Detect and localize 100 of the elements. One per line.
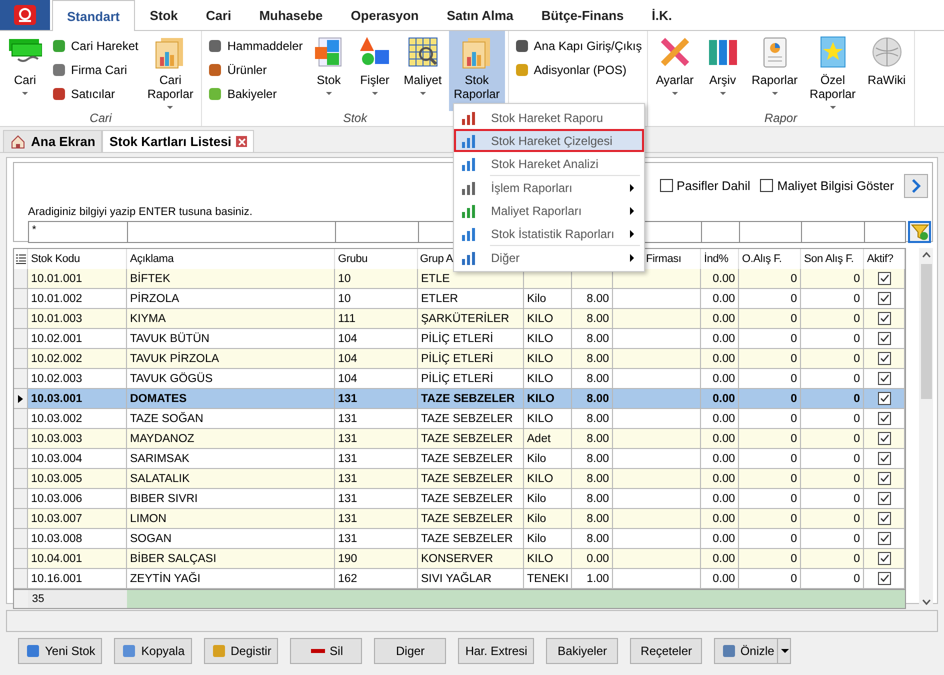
filter-field[interactable] xyxy=(127,221,336,243)
action-button[interactable]: Yeni Stok xyxy=(18,638,102,664)
table-cell: 0 xyxy=(801,349,864,369)
action-button[interactable]: Önizle xyxy=(714,638,792,664)
ribbon-button[interactable]: Satıcılar xyxy=(49,82,140,106)
table-cell: BİBER SALÇASI xyxy=(127,549,335,569)
filter-button[interactable] xyxy=(908,221,931,243)
filter-field[interactable] xyxy=(701,221,740,243)
menu-item[interactable]: Stok Hareket Çizelgesi xyxy=(454,129,644,152)
filter-field[interactable] xyxy=(801,221,865,243)
action-button[interactable]: Degistir xyxy=(204,638,278,664)
checkbox[interactable] xyxy=(878,492,890,505)
checkbox[interactable] xyxy=(878,332,890,345)
group-label: Rapor xyxy=(764,111,798,125)
ribbon-tab[interactable]: Stok xyxy=(136,0,191,30)
ribbon-button[interactable]: Firma Cari xyxy=(49,58,140,82)
checkbox[interactable] xyxy=(878,392,890,405)
funnel-icon xyxy=(910,223,928,241)
table-cell: 0 xyxy=(801,469,864,489)
filter-field[interactable] xyxy=(335,221,419,243)
checkbox[interactable]: Maliyet Bilgisi Göster xyxy=(760,178,894,193)
checkbox[interactable] xyxy=(878,352,890,365)
ribbon-button[interactable]: Fişler xyxy=(352,31,397,111)
column-header[interactable]: Açıklama xyxy=(130,253,174,265)
ribbon-button[interactable]: Bakiyeler xyxy=(205,82,305,106)
ribbon-button[interactable]: Raporlar xyxy=(746,31,803,111)
ribbon-button[interactable]: Arşiv xyxy=(700,31,745,111)
action-button[interactable]: Diger xyxy=(374,638,446,664)
action-button[interactable]: Bakiyeler xyxy=(546,638,618,664)
checkbox[interactable] xyxy=(878,452,890,465)
group-label: Cari xyxy=(90,111,112,125)
column-header[interactable]: Firması xyxy=(646,253,682,265)
close-icon[interactable] xyxy=(236,136,248,147)
table-cell: KILO xyxy=(524,469,572,489)
app-logo[interactable] xyxy=(0,0,50,30)
scroll-up-icon[interactable] xyxy=(922,252,930,258)
next-button[interactable] xyxy=(904,174,928,198)
checkbox[interactable]: Pasifler Dahil xyxy=(660,178,750,193)
action-button[interactable]: Reçeteler xyxy=(630,638,702,664)
ribbon-button[interactable]: Cari Hareket xyxy=(49,34,140,58)
column-header[interactable]: O.Alış F. xyxy=(742,253,782,265)
ribbon-button[interactable]: RaWiki xyxy=(862,31,911,111)
menu-item[interactable]: Stok İstatistik Raporları xyxy=(454,222,644,245)
ribbon-tab[interactable]: Muhasebe xyxy=(246,0,336,30)
ribbon-button[interactable]: Stok Raporlar xyxy=(448,31,505,111)
menu-item[interactable]: Diğer xyxy=(454,246,644,269)
scrollbar-thumb[interactable] xyxy=(920,264,932,399)
ribbon-tab[interactable]: Standart xyxy=(52,0,135,31)
document-tab[interactable]: Ana Ekran xyxy=(3,130,102,152)
ribbon-button[interactable]: Stok xyxy=(306,31,351,111)
ribbon-button[interactable]: Ana Kapı Giriş/Çıkış xyxy=(512,34,644,58)
checkbox[interactable] xyxy=(878,312,890,325)
table-cell: 10.03.005 xyxy=(28,469,127,489)
column-header[interactable]: Aktif? xyxy=(867,253,894,265)
ribbon-button[interactable]: Özel Raporlar xyxy=(804,31,861,111)
report-icon xyxy=(461,156,477,172)
row-indicator[interactable] xyxy=(14,389,28,409)
action-button[interactable]: Har. Extresi xyxy=(458,638,534,664)
filter-field[interactable] xyxy=(864,221,906,243)
column-header[interactable]: Grubu xyxy=(338,253,368,265)
filter-field[interactable]: * xyxy=(28,221,128,243)
checkbox[interactable] xyxy=(878,512,890,525)
menu-item[interactable]: Stok Hareket Analizi xyxy=(454,152,644,175)
ribbon-tab[interactable]: Operasyon xyxy=(338,0,432,30)
menu-item[interactable]: İşlem Raporları xyxy=(454,176,644,199)
ribbon-button[interactable]: Cari xyxy=(3,31,47,111)
checkbox[interactable] xyxy=(878,412,890,425)
menu-item[interactable]: Maliyet Raporları xyxy=(454,199,644,222)
scroll-down-icon[interactable] xyxy=(922,599,930,605)
column-chooser-icon[interactable] xyxy=(16,254,26,264)
table-cell: KILO xyxy=(524,309,572,329)
checkbox[interactable] xyxy=(878,272,890,285)
ribbon-button[interactable]: Hammaddeler xyxy=(205,34,305,58)
ribbon-button[interactable]: Ürünler xyxy=(205,58,305,82)
action-button[interactable]: Kopyala xyxy=(114,638,192,664)
ribbon-tab[interactable]: İ.K. xyxy=(638,0,685,30)
ribbon-tab[interactable]: Cari xyxy=(192,0,244,30)
checkbox[interactable] xyxy=(878,432,890,445)
column-header[interactable]: Son Alış F. xyxy=(804,253,854,265)
ribbon-tab[interactable]: Bütçe-Finans xyxy=(528,0,637,30)
ribbon-button[interactable]: Cari Raporlar xyxy=(142,31,198,111)
action-button[interactable]: Sil xyxy=(290,638,362,664)
ribbon-button[interactable]: Adisyonlar (POS) xyxy=(512,58,644,82)
ribbon-button[interactable]: Ayarlar xyxy=(650,31,699,111)
checkbox[interactable] xyxy=(878,552,890,565)
filter-field[interactable] xyxy=(739,221,802,243)
caret-icon[interactable] xyxy=(777,639,790,663)
table-cell: 10.03.003 xyxy=(28,429,127,449)
checkbox[interactable] xyxy=(878,372,890,385)
document-tab[interactable]: Stok Kartları Listesi xyxy=(102,130,254,152)
checkbox[interactable] xyxy=(878,292,890,305)
column-header[interactable]: İnd% xyxy=(704,253,728,265)
checkbox[interactable] xyxy=(878,472,890,485)
table-cell: 0 xyxy=(801,309,864,329)
ribbon-tab[interactable]: Satın Alma xyxy=(434,0,526,30)
column-header[interactable]: Stok Kodu xyxy=(31,253,80,265)
ribbon-button[interactable]: Maliyet xyxy=(398,31,447,111)
checkbox[interactable] xyxy=(878,572,890,585)
checkbox[interactable] xyxy=(878,532,890,545)
column-header[interactable]: Grup A xyxy=(420,253,454,265)
